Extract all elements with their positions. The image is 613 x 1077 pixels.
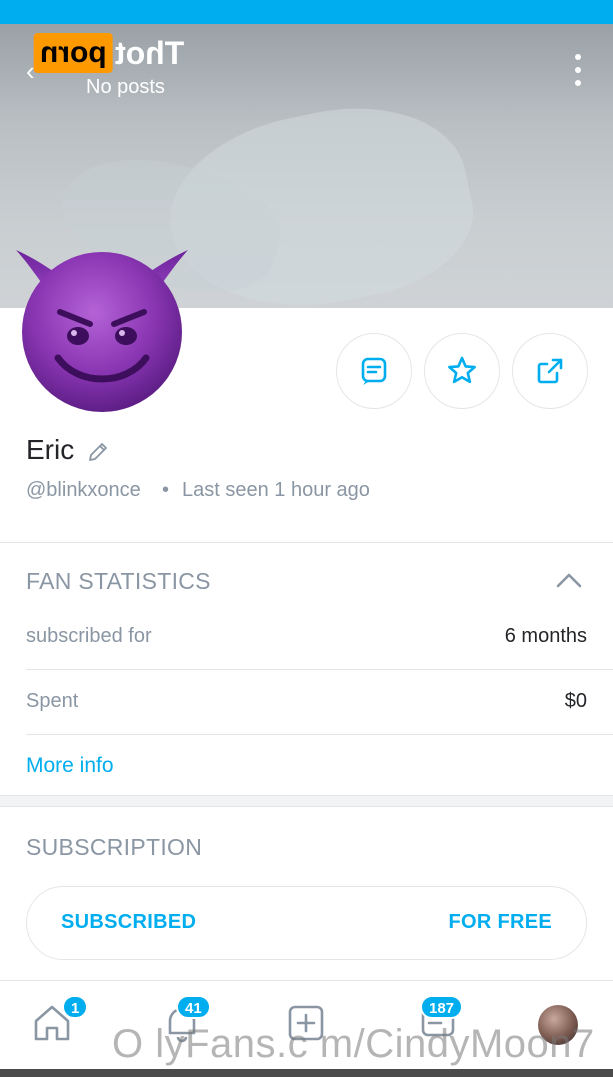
watermark-text: O lyFans.c m/CindyMoon7 xyxy=(112,1022,595,1066)
home-badge: 1 xyxy=(62,995,89,1019)
posts-count: No posts xyxy=(86,76,165,98)
chevron-up-icon[interactable] xyxy=(553,568,585,592)
more-info-link[interactable]: More info xyxy=(26,754,114,778)
watermark-logo: porn Thot xyxy=(34,30,184,76)
fan-statistics-title: FAN STATISTICS xyxy=(26,568,211,594)
stat-label: Spent xyxy=(26,690,79,712)
message-button[interactable] xyxy=(336,333,412,409)
subscription-title: SUBSCRIPTION xyxy=(26,834,203,860)
pencil-icon[interactable] xyxy=(86,440,110,464)
notifications-badge: 41 xyxy=(176,995,211,1019)
divider xyxy=(0,542,613,543)
divider xyxy=(26,734,613,735)
favorite-button[interactable] xyxy=(424,333,500,409)
stat-label: subscribed for xyxy=(26,625,152,647)
subscribed-label: SUBSCRIBED xyxy=(61,911,197,933)
avatar[interactable] xyxy=(12,240,192,420)
more-vertical-icon[interactable] xyxy=(568,54,588,86)
divider xyxy=(26,669,613,670)
share-icon xyxy=(537,358,563,384)
subscription-price: FOR FREE xyxy=(448,911,552,933)
last-seen-status: Last seen 1 hour ago xyxy=(182,479,370,501)
watermark-logo-box: porn xyxy=(34,33,113,73)
messages-badge: 187 xyxy=(420,995,464,1019)
stat-value: $0 xyxy=(564,690,587,712)
nav-home[interactable]: 1 xyxy=(30,995,89,1051)
separator-dot: • xyxy=(162,479,170,501)
stat-value: 6 months xyxy=(504,625,587,647)
watermark-logo-text: Thot xyxy=(114,34,184,71)
section-separator xyxy=(0,795,613,807)
profile-handle: @blinkxonce xyxy=(26,479,141,501)
star-icon xyxy=(448,356,476,384)
system-bar xyxy=(0,1069,613,1077)
share-button[interactable] xyxy=(512,333,588,409)
profile-name: Eric xyxy=(26,434,75,465)
status-bar xyxy=(0,0,613,24)
message-icon xyxy=(361,357,387,385)
subscribed-button[interactable]: SUBSCRIBED FOR FREE xyxy=(26,886,587,960)
